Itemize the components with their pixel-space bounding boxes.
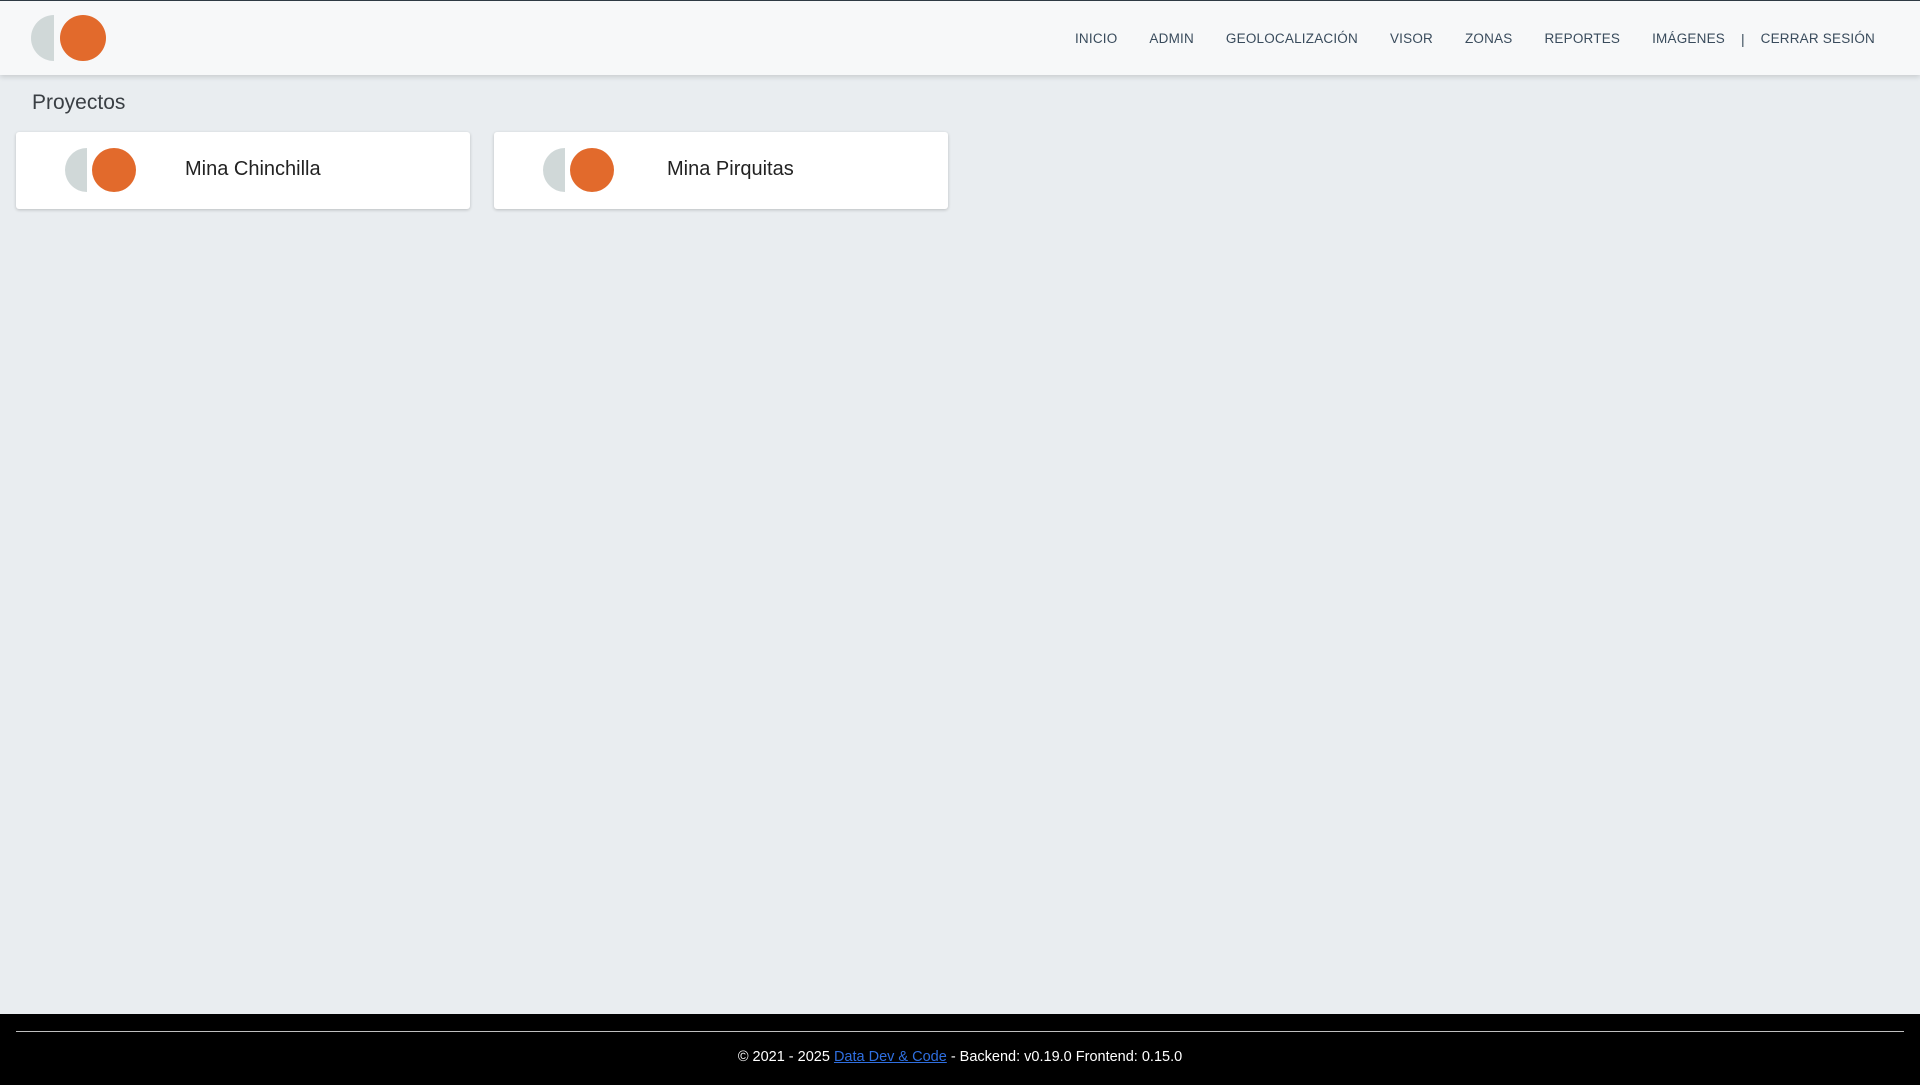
project-logo	[543, 148, 615, 192]
project-list: Mina Chinchilla Mina Pirquitas	[16, 132, 972, 209]
app-logo[interactable]	[31, 15, 107, 61]
nav-separator: |	[1740, 30, 1745, 47]
page-title: Proyectos	[32, 91, 126, 114]
logo-circle-shape	[92, 148, 136, 192]
top-navbar: INICIO ADMIN GEOLOCALIZACIÓN VISOR ZONAS…	[0, 0, 1920, 75]
nav-admin[interactable]: ADMIN	[1149, 31, 1194, 46]
nav-geolocalizacion[interactable]: GEOLOCALIZACIÓN	[1226, 31, 1358, 46]
project-name: Mina Chinchilla	[185, 158, 321, 180]
nav-inicio[interactable]: INICIO	[1075, 31, 1117, 46]
project-card-pirquitas[interactable]: Mina Pirquitas	[494, 132, 948, 209]
nav-reportes[interactable]: REPORTES	[1544, 31, 1620, 46]
footer-copyright: © 2021 - 2025	[737, 1049, 834, 1065]
logo-half-circle-shape	[31, 15, 54, 61]
nav-imagenes[interactable]: IMÁGENES	[1652, 31, 1725, 46]
footer-company-link[interactable]: Data Dev & Code	[834, 1049, 947, 1065]
logo-circle-shape	[60, 15, 106, 61]
footer-version: - Backend: v0.19.0 Frontend: 0.15.0	[946, 1049, 1183, 1065]
project-logo	[65, 148, 137, 192]
nav-visor[interactable]: VISOR	[1390, 31, 1433, 46]
project-card-chinchilla[interactable]: Mina Chinchilla	[16, 132, 470, 209]
logout-link[interactable]: CERRAR SESIÓN	[1761, 31, 1875, 46]
nav-zonas[interactable]: ZONAS	[1465, 31, 1513, 46]
footer-divider	[16, 1031, 1904, 1032]
footer-text: © 2021 - 2025 Data Dev & Code - Backend:…	[0, 1049, 1920, 1065]
footer: © 2021 - 2025 Data Dev & Code - Backend:…	[0, 1014, 1920, 1085]
logo-circle-shape	[570, 148, 614, 192]
project-name: Mina Pirquitas	[667, 158, 794, 180]
main-nav: INICIO ADMIN GEOLOCALIZACIÓN VISOR ZONAS…	[1043, 1, 1875, 76]
logo-half-circle-shape	[65, 148, 87, 192]
logo-half-circle-shape	[543, 148, 565, 192]
